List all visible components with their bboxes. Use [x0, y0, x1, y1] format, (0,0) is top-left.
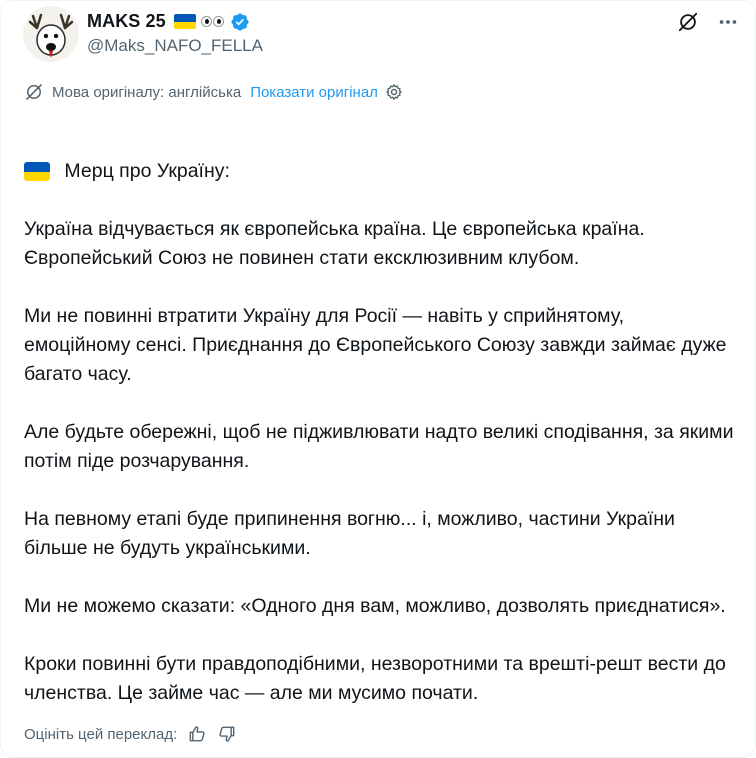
author-handle[interactable]: @Maks_NAFO_FELLA [87, 36, 263, 56]
gear-icon[interactable] [384, 82, 404, 102]
author-display-name[interactable]: MAKS 25 [87, 11, 166, 32]
germany-flag-icon [24, 109, 50, 128]
thumbs-up-icon[interactable] [187, 724, 207, 744]
tweet-title: Мерц про Україну: [64, 160, 230, 182]
ukraine-flag-icon [173, 14, 196, 29]
tweet-paragraph: Але будьте обережні, щоб не підживлювати… [24, 421, 739, 472]
author-name-row[interactable]: MAKS 25 [87, 11, 250, 32]
ukraine-flag-icon [24, 162, 50, 182]
verified-badge-icon [231, 12, 249, 31]
rate-translation-label: Оцініть цей переклад: [24, 725, 178, 743]
thumbs-down-icon[interactable] [217, 724, 237, 744]
tweet-paragraph: Кроки повинні бути правдоподібними, незв… [24, 653, 732, 704]
more-icon[interactable] [717, 11, 739, 33]
avatar[interactable] [23, 6, 79, 62]
grok-slash-icon[interactable] [677, 11, 699, 33]
tweet-paragraph: Ми не повинні втратити Україну для Росії… [24, 305, 732, 385]
source-language-label: Мова оригіналу: англійська [52, 83, 242, 101]
show-original-link[interactable]: Показати оригінал [250, 84, 378, 101]
translation-rating: Оцініть цей переклад: [24, 724, 237, 744]
tweet-title-line [24, 109, 734, 128]
tweet-paragraph: Ми не можемо сказати: «Одного дня вам, м… [24, 595, 726, 617]
translate-icon [26, 84, 42, 100]
tweet-paragraph: На певному етапі буде припинення вогню..… [24, 508, 681, 559]
tweet-paragraph: Україна відчувається як європейська краї… [24, 218, 651, 269]
translation-info: Мова оригіналу: англійська Показати ориг… [24, 82, 404, 102]
header-actions [677, 11, 739, 33]
eyes-icon [200, 16, 224, 27]
tweet-text: Мерц про Україну: Україна відчувається я… [24, 109, 734, 737]
